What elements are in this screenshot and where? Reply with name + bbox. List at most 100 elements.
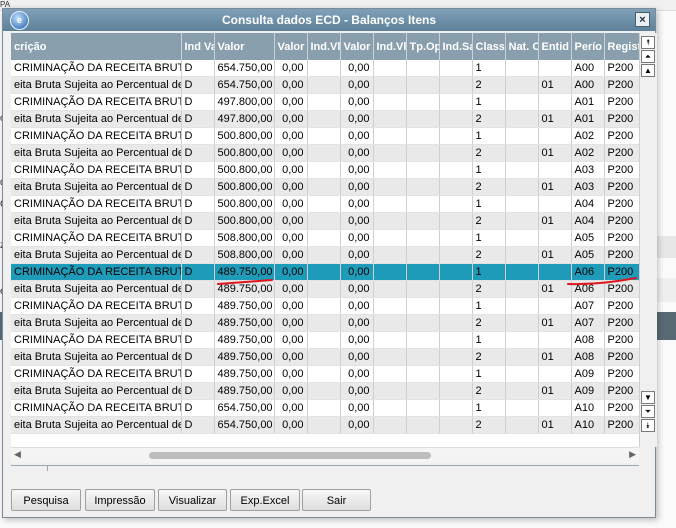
table-cell[interactable]: 1: [472, 399, 506, 417]
table-cell[interactable]: 1: [472, 263, 506, 281]
impressao-button[interactable]: Impressão: [85, 489, 155, 511]
table-cell[interactable]: D: [181, 93, 215, 111]
table-cell[interactable]: [406, 416, 440, 434]
table-cell[interactable]: 2: [472, 416, 506, 434]
table-cell[interactable]: [307, 60, 341, 77]
table-cell[interactable]: 01: [538, 314, 572, 332]
table-cell[interactable]: CRIMINAÇÃO DA RECEITA BRUTA: [11, 263, 182, 281]
table-cell[interactable]: 489.750,00: [214, 331, 275, 349]
table-cell[interactable]: A07: [571, 314, 605, 332]
table-row[interactable]: eita Bruta Sujeita ao Percentual de D 654.…: [11, 416, 640, 434]
table-cell[interactable]: [439, 178, 473, 196]
table-cell[interactable]: 0,00: [340, 382, 374, 400]
table-cell[interactable]: [505, 127, 539, 145]
table-cell[interactable]: [307, 161, 341, 179]
table-cell[interactable]: [538, 263, 572, 281]
table-cell[interactable]: 0,00: [340, 93, 374, 111]
table-cell[interactable]: 500.800,00: [214, 127, 275, 145]
table-cell[interactable]: 1: [472, 93, 506, 111]
column-header[interactable]: Valor: [274, 33, 308, 60]
table-cell[interactable]: 0,00: [340, 178, 374, 196]
table-cell[interactable]: 01: [538, 280, 572, 298]
table-cell[interactable]: [439, 60, 473, 77]
table-cell[interactable]: [538, 399, 572, 417]
table-cell[interactable]: 489.750,00: [214, 297, 275, 315]
table-cell[interactable]: 2: [472, 212, 506, 230]
sair-button[interactable]: Sair: [302, 489, 371, 511]
table-cell[interactable]: P200: [604, 127, 640, 145]
table-cell[interactable]: [406, 229, 440, 247]
table-cell[interactable]: [373, 365, 407, 383]
items-table[interactable]: crição Ind Va Valor Valor Ind.Vl Valor Ind.Vl T…: [11, 33, 640, 434]
table-cell[interactable]: [538, 127, 572, 145]
table-cell[interactable]: [505, 382, 539, 400]
table-cell[interactable]: 01: [538, 212, 572, 230]
table-cell[interactable]: 2: [472, 144, 506, 162]
table-cell[interactable]: 497.800,00: [214, 110, 275, 128]
table-cell[interactable]: 654.750,00: [214, 60, 275, 77]
table-cell[interactable]: [505, 348, 539, 366]
table-cell[interactable]: 01: [538, 144, 572, 162]
table-cell[interactable]: [307, 127, 341, 145]
table-cell[interactable]: [307, 229, 341, 247]
table-cell[interactable]: [439, 331, 473, 349]
table-cell[interactable]: A08: [571, 331, 605, 349]
table-cell[interactable]: [538, 161, 572, 179]
vertical-scrollbar[interactable]: ⯭ ⏶ ▲ ▼ ⏷ ⯯: [639, 33, 657, 447]
scroll-up-icon[interactable]: ▲: [641, 64, 655, 77]
column-header[interactable]: Ind.Vl: [307, 33, 341, 60]
table-cell[interactable]: D: [181, 127, 215, 145]
table-cell[interactable]: [505, 399, 539, 417]
table-row[interactable]: eita Bruta Sujeita ao Percentual de D 489.…: [11, 348, 640, 366]
table-cell[interactable]: CRIMINAÇÃO DA RECEITA BRUTA: [11, 229, 182, 247]
table-cell[interactable]: 489.750,00: [214, 280, 275, 298]
table-row[interactable]: CRIMINAÇÃO DA RECEITA BRUTA D 489.750,00 0,…: [11, 297, 640, 315]
table-cell[interactable]: [373, 144, 407, 162]
table-cell[interactable]: eita Bruta Sujeita ao Percentual de: [11, 314, 182, 332]
table-cell[interactable]: D: [181, 178, 215, 196]
table-cell[interactable]: 0,00: [340, 348, 374, 366]
pesquisa-button[interactable]: Pesquisa: [11, 489, 81, 511]
table-cell[interactable]: 2: [472, 76, 506, 94]
table-cell[interactable]: [538, 60, 572, 77]
visualizar-button[interactable]: Visualizar: [158, 489, 227, 511]
table-cell[interactable]: 0,00: [274, 365, 308, 383]
table-cell[interactable]: 489.750,00: [214, 382, 275, 400]
table-cell[interactable]: eita Bruta Sujeita ao Percentual de: [11, 76, 182, 94]
table-cell[interactable]: 01: [538, 246, 572, 264]
table-cell[interactable]: 500.800,00: [214, 161, 275, 179]
table-cell[interactable]: D: [181, 280, 215, 298]
column-header[interactable]: Regist: [604, 33, 640, 60]
scroll-to-top-icon[interactable]: ⯭: [641, 36, 655, 49]
table-cell[interactable]: [439, 195, 473, 213]
table-cell[interactable]: [439, 365, 473, 383]
table-cell[interactable]: 1: [472, 127, 506, 145]
table-cell[interactable]: 508.800,00: [214, 229, 275, 247]
table-cell[interactable]: 0,00: [274, 416, 308, 434]
table-row[interactable]: eita Bruta Sujeita ao Percentual de D 500.…: [11, 212, 640, 230]
table-cell[interactable]: [406, 246, 440, 264]
table-cell[interactable]: 0,00: [274, 76, 308, 94]
table-cell[interactable]: [439, 416, 473, 434]
table-cell[interactable]: [406, 195, 440, 213]
table-cell[interactable]: [373, 212, 407, 230]
table-cell[interactable]: 2: [472, 246, 506, 264]
table-row[interactable]: CRIMINAÇÃO DA RECEITA BRUTA D 497.800,00 0,…: [11, 93, 640, 111]
column-header[interactable]: Valor: [340, 33, 374, 60]
table-cell[interactable]: [406, 382, 440, 400]
table-cell[interactable]: 0,00: [274, 382, 308, 400]
column-header[interactable]: Class: [472, 33, 506, 60]
table-cell[interactable]: 654.750,00: [214, 416, 275, 434]
table-cell[interactable]: [439, 382, 473, 400]
table-cell[interactable]: 0,00: [274, 348, 308, 366]
table-cell[interactable]: [373, 382, 407, 400]
table-row[interactable]: CRIMINAÇÃO DA RECEITA BRUTA D 500.800,00 0,…: [11, 127, 640, 145]
table-cell[interactable]: [505, 416, 539, 434]
table-cell[interactable]: P200: [604, 93, 640, 111]
table-cell[interactable]: [406, 178, 440, 196]
table-cell[interactable]: 489.750,00: [214, 348, 275, 366]
table-cell[interactable]: A02: [571, 144, 605, 162]
table-cell[interactable]: A08: [571, 348, 605, 366]
scroll-left-icon[interactable]: ◀: [14, 449, 21, 460]
table-cell[interactable]: [373, 76, 407, 94]
